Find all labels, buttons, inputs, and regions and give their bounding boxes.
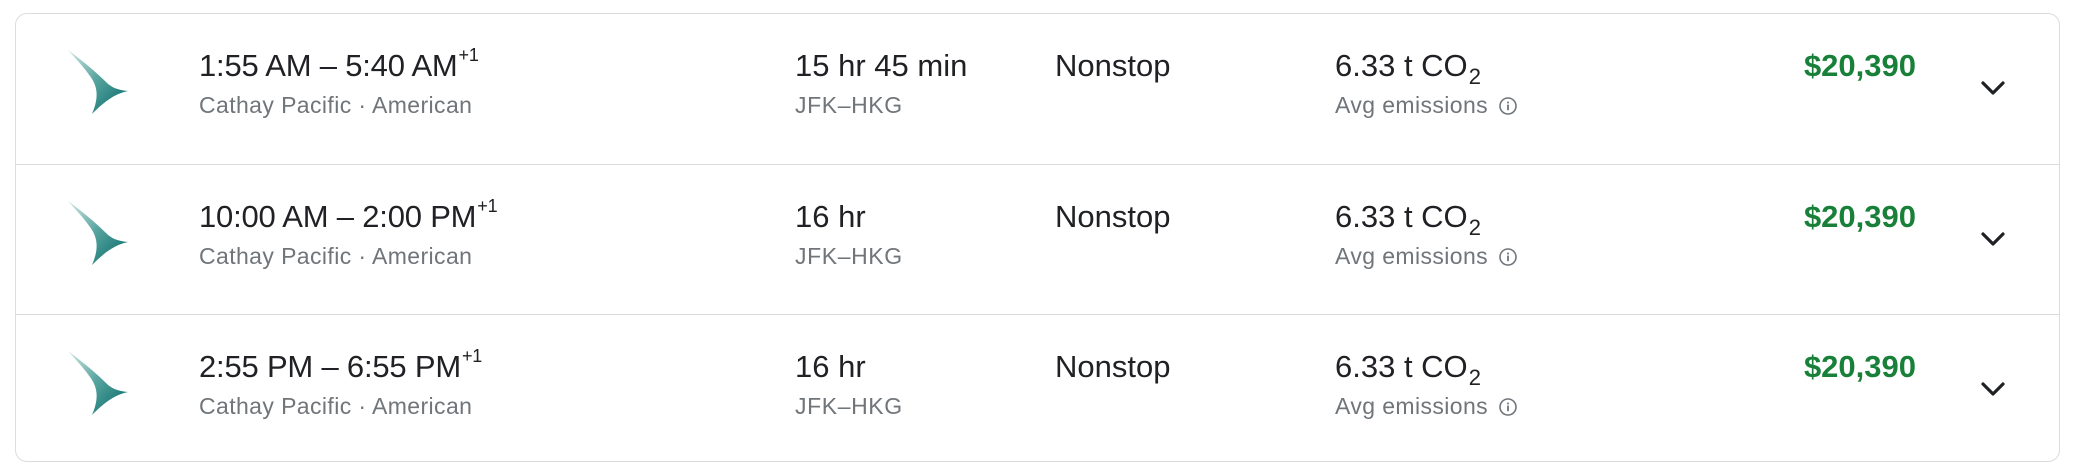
flight-times: 10:00 AM – 2:00 PM+1 [199, 195, 498, 234]
flight-row[interactable]: 2:55 PM – 6:55 PM+1 Cathay Pacific · Ame… [16, 314, 2059, 461]
info-icon[interactable] [1498, 96, 1518, 116]
chevron-down-icon[interactable] [1971, 66, 2015, 110]
stops-label: Nonstop [1055, 199, 1171, 234]
flight-row[interactable]: 10:00 AM – 2:00 PM+1 Cathay Pacific · Am… [16, 164, 2059, 313]
flight-route: JFK–HKG [795, 243, 903, 269]
airline-names: Cathay Pacific · American [199, 243, 473, 269]
airline-names: Cathay Pacific · American [199, 393, 473, 419]
flight-times: 2:55 PM – 6:55 PM+1 [199, 345, 483, 384]
emissions-label: Avg emissions [1335, 393, 1518, 420]
flight-row[interactable]: 1:55 AM – 5:40 AM+1 Cathay Pacific · Ame… [16, 14, 2059, 163]
flight-duration: 15 hr 45 min [795, 48, 968, 83]
flight-times: 1:55 AM – 5:40 AM+1 [199, 44, 479, 83]
emissions-value: 6.33 t CO2 [1335, 199, 1481, 240]
flight-route: JFK–HKG [795, 393, 903, 419]
flight-route: JFK–HKG [795, 92, 903, 118]
day-offset: +1 [461, 345, 483, 366]
price: $20,390 [1803, 349, 1916, 384]
price: $20,390 [1803, 48, 1916, 83]
cathay-pacific-logo [68, 351, 128, 415]
emissions-value: 6.33 t CO2 [1335, 349, 1481, 390]
stops-label: Nonstop [1055, 48, 1171, 83]
flight-duration: 16 hr [795, 199, 866, 234]
cathay-pacific-logo [68, 201, 128, 265]
flight-results-list: 1:55 AM – 5:40 AM+1 Cathay Pacific · Ame… [15, 13, 2060, 462]
emissions-label: Avg emissions [1335, 92, 1518, 119]
cathay-pacific-logo [68, 50, 128, 114]
stops-label: Nonstop [1055, 349, 1171, 384]
emissions-value: 6.33 t CO2 [1335, 48, 1481, 89]
chevron-down-icon[interactable] [1971, 217, 2015, 261]
chevron-down-icon[interactable] [1971, 367, 2015, 411]
info-icon[interactable] [1498, 247, 1518, 267]
airline-names: Cathay Pacific · American [199, 92, 473, 118]
day-offset: +1 [477, 195, 498, 216]
emissions-label: Avg emissions [1335, 243, 1518, 270]
day-offset: +1 [458, 44, 479, 65]
price: $20,390 [1803, 199, 1916, 234]
info-icon[interactable] [1498, 397, 1518, 417]
flight-duration: 16 hr [795, 349, 866, 384]
